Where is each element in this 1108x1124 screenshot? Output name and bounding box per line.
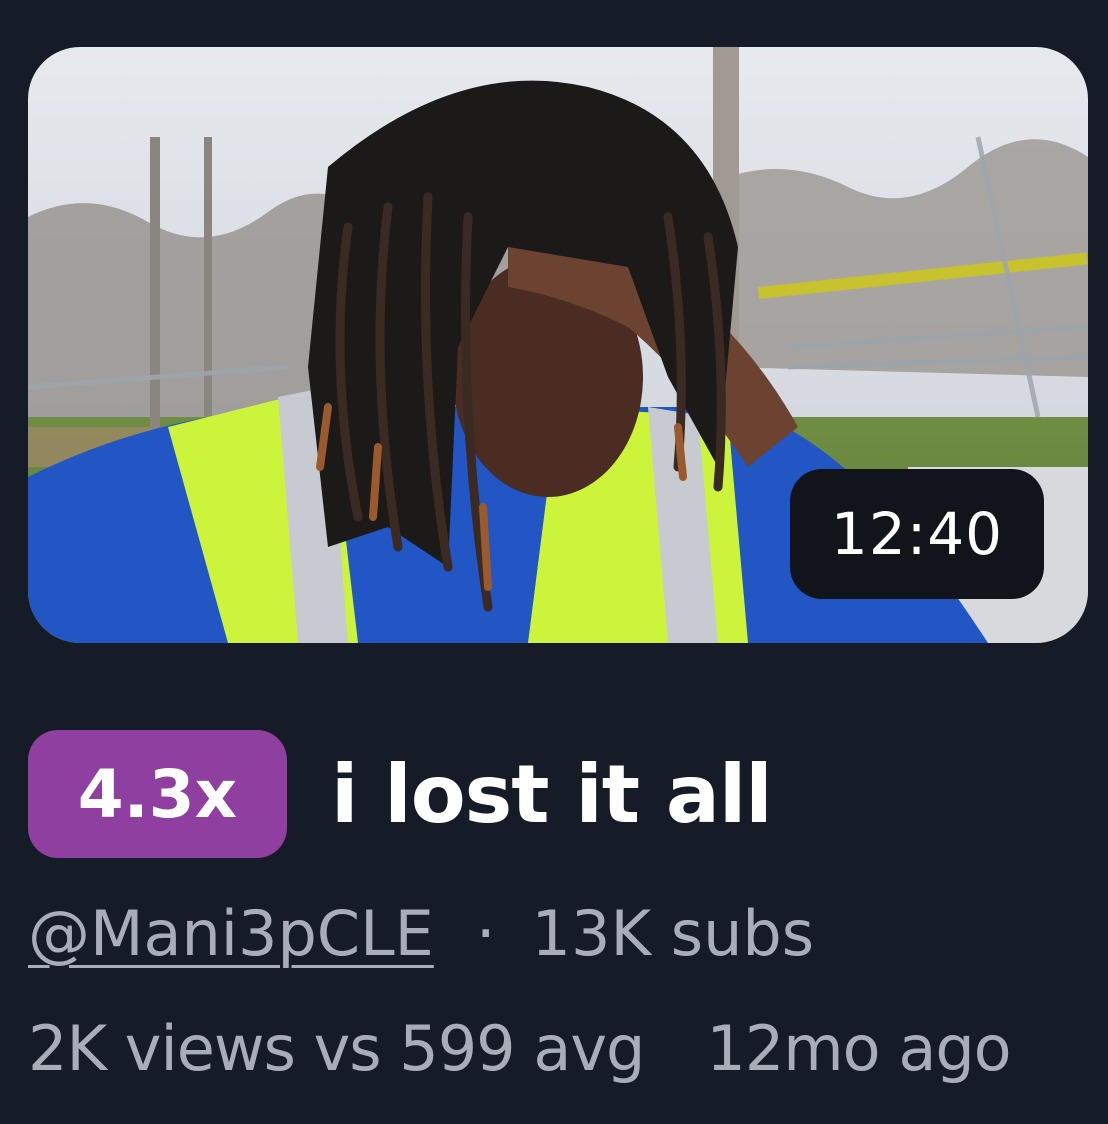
duration-badge: 12:40: [790, 469, 1044, 599]
video-title[interactable]: i lost it all: [331, 748, 773, 841]
channel-handle-link[interactable]: @Mani3pCLE: [28, 897, 434, 970]
separator-dot: ·: [475, 896, 496, 970]
video-thumbnail[interactable]: 12:40: [28, 47, 1088, 643]
outlier-score-badge: 4.3x: [28, 730, 287, 858]
subscriber-count: 13K subs: [531, 896, 815, 970]
video-card[interactable]: 12:40 4.3x i lost it all @Mani3pCLE · 13…: [0, 0, 1108, 1124]
channel-meta: @Mani3pCLE · 13K subs: [28, 888, 814, 978]
views-vs-average: 2K views vs 599 avg: [28, 1011, 645, 1085]
title-row: 4.3x i lost it all: [28, 730, 773, 858]
upload-age: 12mo ago: [706, 1011, 1011, 1085]
video-stats: 2K views vs 599 avg 12mo ago: [28, 1000, 1012, 1096]
